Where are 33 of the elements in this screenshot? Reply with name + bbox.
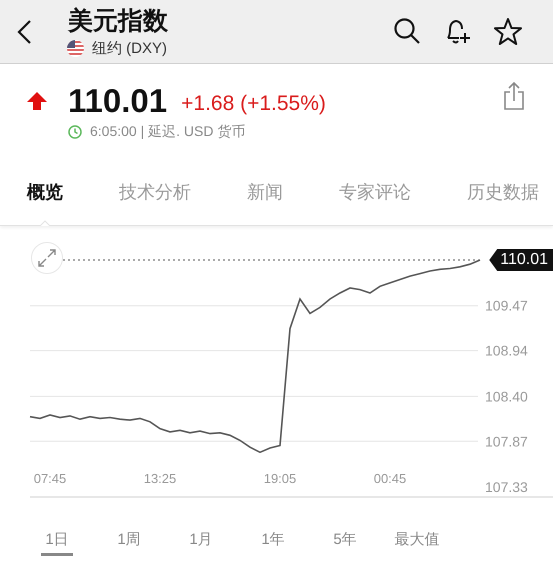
range-tab[interactable]: 5年	[309, 526, 381, 562]
price-value: 110.01	[68, 82, 168, 120]
x-axis-label: 00:45	[374, 471, 406, 486]
section-tab[interactable]: 新闻	[247, 172, 283, 212]
section-tab[interactable]: 专家评论	[339, 172, 411, 212]
range-tab[interactable]: 1月	[165, 526, 237, 562]
expand-button[interactable]	[31, 242, 63, 274]
section-tab[interactable]: 历史数据	[467, 172, 539, 212]
y-axis-label: 107.33	[485, 479, 528, 495]
quote-status: 6:05:00 | 延迟. USD 货币	[90, 123, 246, 141]
section-tab[interactable]: 技术分析	[119, 172, 191, 212]
range-tab[interactable]: 1日	[21, 526, 93, 562]
price-change: +1.68 (+1.55%)	[181, 92, 326, 116]
star-icon[interactable]	[493, 17, 523, 46]
share-icon[interactable]	[503, 81, 525, 111]
last-price-tag: 110.01	[489, 249, 553, 271]
y-axis-label: 109.47	[485, 298, 528, 314]
y-axis-label: 108.40	[485, 388, 528, 404]
y-axis-label: 107.87	[485, 433, 528, 450]
search-icon[interactable]	[393, 17, 421, 45]
section-tab[interactable]: 概览	[27, 172, 63, 212]
flag-icon	[67, 40, 84, 56]
x-axis-label: 13:25	[144, 471, 176, 486]
range-tab[interactable]: 1周	[93, 526, 165, 562]
x-axis-label: 19:05	[264, 471, 296, 486]
range-tab[interactable]: 1年	[237, 526, 309, 562]
y-axis-label: 108.94	[485, 342, 528, 359]
page-title: 美元指数	[68, 6, 169, 36]
x-axis-label: 07:45	[34, 471, 66, 486]
clock-icon	[68, 125, 82, 139]
expand-icon	[38, 249, 56, 267]
exchange-label: 纽约 (DXY)	[92, 38, 167, 58]
range-tab[interactable]: 最大值	[381, 526, 453, 562]
